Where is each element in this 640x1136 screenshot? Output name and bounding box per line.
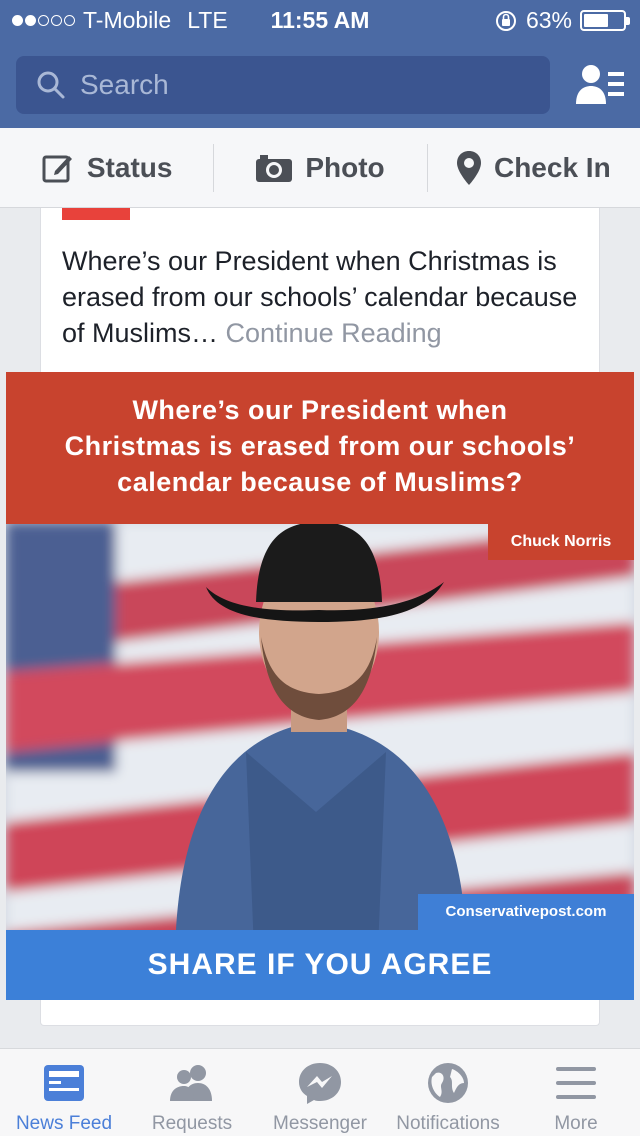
- share-call-to-action: SHARE IF YOU AGREE: [6, 930, 634, 1000]
- battery-percent: 63%: [525, 7, 572, 33]
- battery-status: 63%: [494, 7, 630, 34]
- status-button[interactable]: Status: [0, 128, 213, 207]
- tab-label: Notifications: [396, 1113, 500, 1134]
- continue-reading-link[interactable]: Continue Reading: [226, 318, 442, 348]
- check-in-label: Check In: [493, 151, 611, 183]
- rotation-lock-icon: [495, 10, 516, 31]
- tab-notifications[interactable]: Notifications: [384, 1049, 512, 1136]
- camera-icon: [256, 154, 293, 182]
- tab-news-feed[interactable]: News Feed: [0, 1049, 128, 1136]
- tab-more[interactable]: More: [512, 1049, 640, 1136]
- tab-label: Requests: [151, 1113, 233, 1134]
- headline-line-3: calendar because of Muslims?: [117, 467, 523, 497]
- messenger-icon: [299, 1063, 341, 1104]
- edit-status-icon: [42, 155, 72, 182]
- tab-label: News Feed: [15, 1113, 113, 1134]
- menu-icon: [556, 1067, 596, 1099]
- photo-label: Photo: [305, 151, 385, 183]
- composer-bar: Status Photo Check In: [0, 128, 640, 208]
- search-icon: [37, 71, 65, 99]
- photo-button[interactable]: Photo: [213, 128, 426, 207]
- post-image[interactable]: Where’s our President when Christmas is …: [6, 372, 634, 1000]
- globe-icon: [428, 1063, 468, 1103]
- source-label: Conservativepost.com: [418, 894, 634, 930]
- news-feed[interactable]: Where’s our President when Christmas is …: [0, 208, 640, 1048]
- bottom-tab-bar: News Feed Requests Messenger Notificatio…: [0, 1048, 640, 1136]
- battery-icon: [580, 10, 630, 31]
- post-text: Where’s our President when Christmas is …: [62, 243, 592, 351]
- tab-messenger[interactable]: Messenger: [256, 1049, 384, 1136]
- check-in-button[interactable]: Check In: [426, 128, 640, 207]
- search-placeholder: Search: [80, 69, 169, 100]
- tab-label: More: [554, 1113, 598, 1134]
- friend-requests-icon: [170, 1065, 212, 1101]
- post-author-avatar: [62, 208, 130, 220]
- friends-list-icon[interactable]: [574, 62, 626, 110]
- top-bar: T-Mobile LTE 11:55 AM 63% Search: [0, 0, 640, 128]
- status-label: Status: [86, 151, 173, 183]
- news-feed-icon: [44, 1065, 84, 1101]
- image-headline: Where’s our President when Christmas is …: [6, 372, 634, 524]
- location-pin-icon: [456, 150, 481, 185]
- tab-requests[interactable]: Requests: [128, 1049, 256, 1136]
- status-bar: T-Mobile LTE 11:55 AM 63%: [0, 0, 640, 40]
- tab-label: Messenger: [273, 1113, 367, 1134]
- headline-line-2: Christmas is erased from our schools’: [64, 431, 576, 461]
- headline-line-1: Where’s our President when: [132, 395, 508, 425]
- quote-attribution: Chuck Norris: [488, 524, 634, 560]
- search-bar[interactable]: Search: [16, 56, 550, 114]
